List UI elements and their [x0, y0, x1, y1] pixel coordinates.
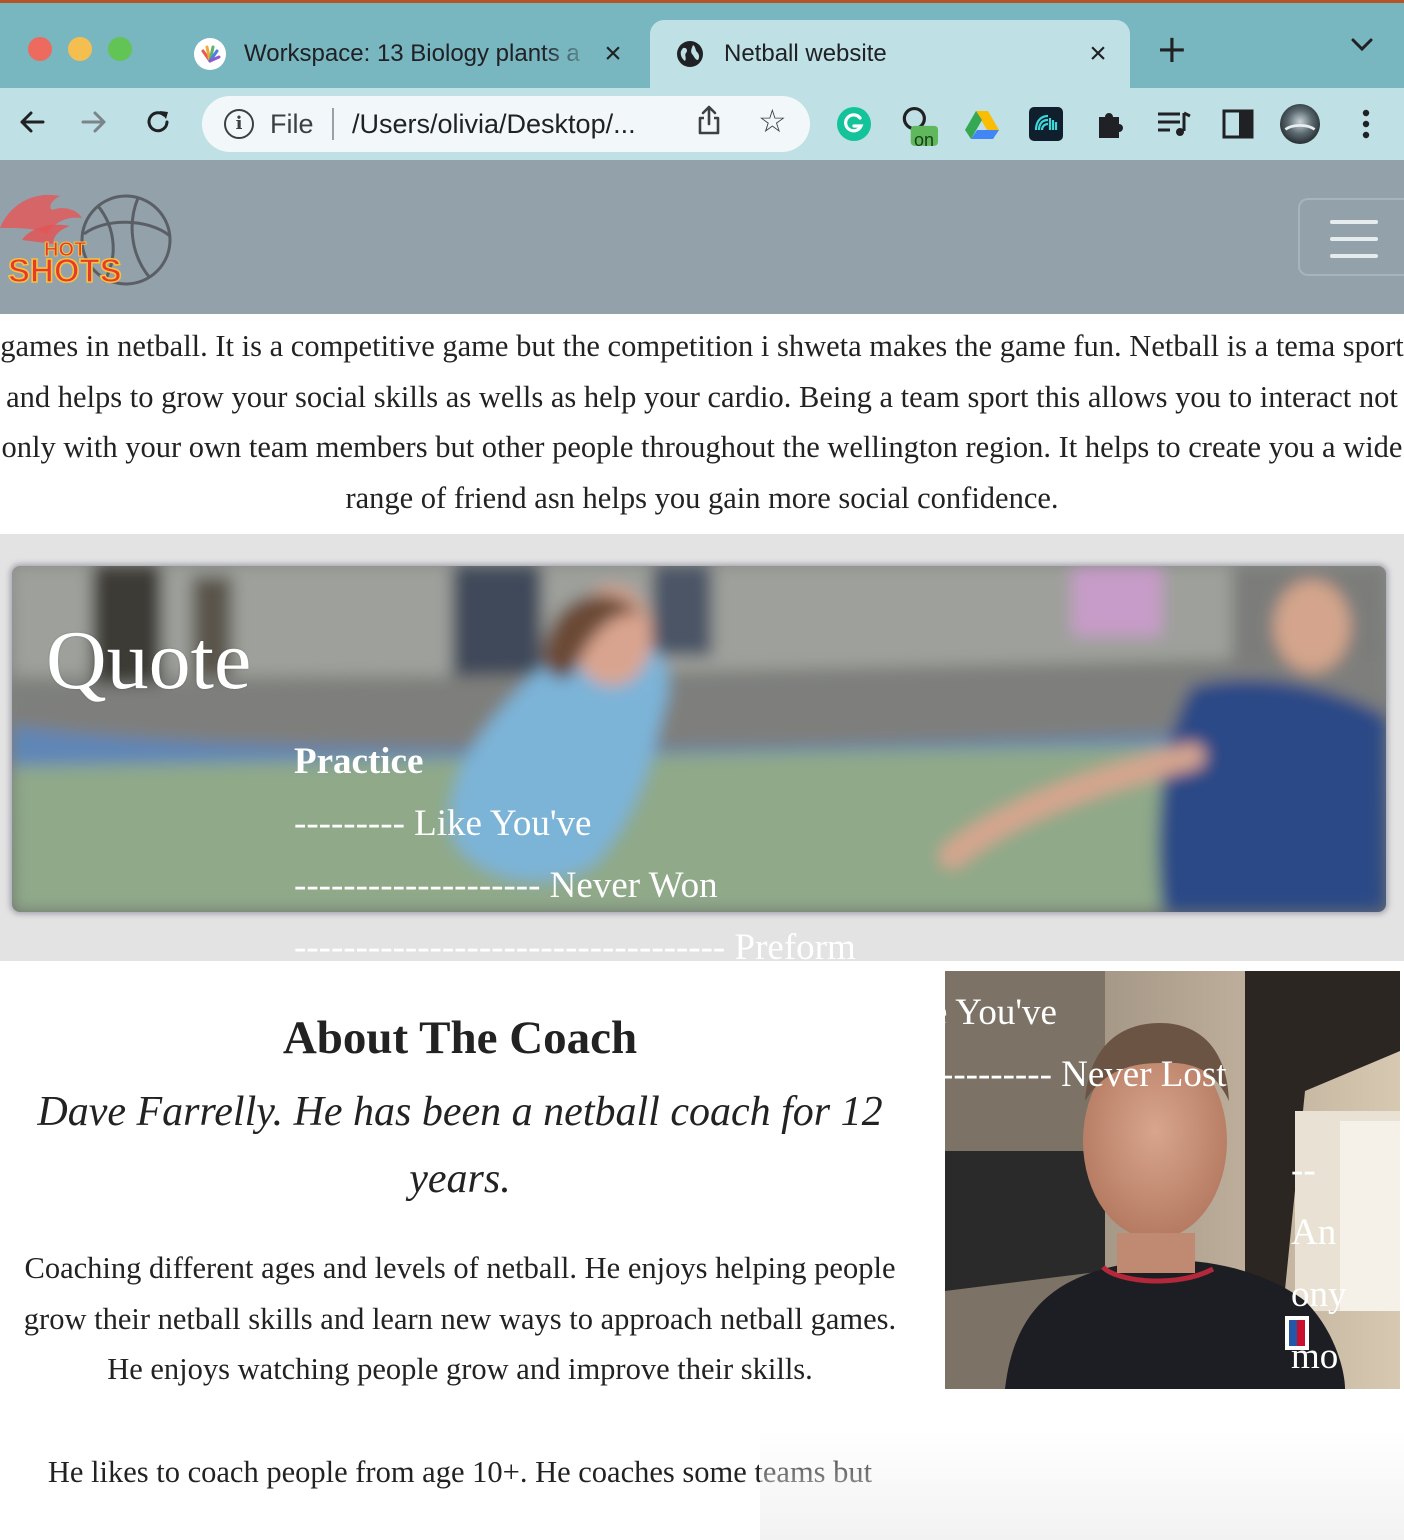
profile-avatar[interactable]	[1280, 104, 1320, 144]
puzzle-icon[interactable]	[1090, 104, 1130, 144]
tab-title: Workspace: 13 Biology plants a	[244, 40, 580, 67]
back-arrow-icon[interactable]	[10, 100, 54, 144]
logo-text-shots: SHOTS	[8, 252, 122, 288]
quote-overflow-line-mo: mo	[1291, 1336, 1339, 1377]
nav-menu-hamburger-button[interactable]	[1298, 198, 1404, 276]
quote-overflow-line-youve: e You've	[945, 992, 1057, 1033]
forward-arrow-icon[interactable]	[72, 100, 116, 144]
address-divider	[332, 108, 334, 140]
minimize-window-button[interactable]	[68, 37, 92, 61]
hot-shots-logo[interactable]: HOT SHOTS	[0, 188, 180, 290]
about-text-column: About The Coach Dave Farrelly. He has be…	[20, 961, 900, 1497]
extension-badge: on	[914, 130, 935, 150]
close-tab-icon[interactable]: ×	[1080, 37, 1116, 71]
reload-icon[interactable]	[136, 100, 180, 144]
quote-overflow-line-never-lost: --------- Never Lost	[945, 1054, 1227, 1095]
site-info-icon[interactable]: i	[224, 109, 254, 139]
browser-menu-kebab-icon[interactable]	[1346, 104, 1386, 144]
intro-paragraph: games in netball. It is a competitive ga…	[0, 300, 1404, 534]
tab-search-chevron-icon[interactable]	[1350, 34, 1374, 59]
coach-photo: e You've --------- Never Lost -- An ony …	[945, 971, 1400, 1389]
quote-line-preform: ----------------------------------- Pref…	[294, 927, 856, 961]
quote-overflow-line-ony: ony	[1291, 1274, 1347, 1315]
bookmark-star-icon[interactable]: ☆	[758, 102, 787, 140]
quote-title: Quote	[46, 614, 252, 707]
maximize-window-button[interactable]	[108, 37, 132, 61]
hamburger-bar	[1330, 220, 1378, 224]
hamburger-bar	[1330, 237, 1378, 241]
extension-on-icon[interactable]: on	[898, 104, 938, 150]
tab-title: Netball website	[724, 40, 887, 67]
close-tab-icon[interactable]: ×	[595, 37, 631, 71]
coach-intro: Dave Farrelly. He has been a netball coa…	[37, 1089, 883, 1202]
tab-netball-website[interactable]: Netball website ×	[650, 20, 1130, 88]
globe-icon	[674, 38, 706, 70]
quote-line-like-youve: --------- Like You've	[294, 803, 592, 844]
side-panel-icon[interactable]	[1218, 104, 1258, 144]
workspace-favicon-icon	[194, 38, 226, 70]
google-drive-icon[interactable]	[962, 104, 1002, 144]
hamburger-bar	[1330, 254, 1378, 258]
quote-line-never-won: -------------------- Never Won	[294, 865, 718, 906]
site-navbar: HOT SHOTS	[0, 160, 1404, 314]
page-bottom-fade	[760, 1431, 1404, 1540]
quote-overflow-line-an: An	[1291, 1212, 1337, 1253]
quote-line-practice: Practice	[294, 741, 424, 782]
quote-overflow-line-dashes: --	[1291, 1150, 1316, 1191]
quote-section: Quote Practice --------- Like You've ---…	[0, 534, 1404, 961]
new-tab-plus-icon[interactable]: +	[1156, 30, 1188, 68]
share-icon[interactable]	[696, 104, 722, 144]
address-bar[interactable]: i File /Users/olivia/Desktop/... ☆	[202, 96, 810, 152]
about-heading: About The Coach	[282, 1012, 638, 1064]
address-url[interactable]: /Users/olivia/Desktop/...	[352, 109, 672, 140]
audio-extension-icon[interactable]	[1026, 104, 1066, 144]
grammarly-icon[interactable]	[834, 104, 874, 144]
close-window-button[interactable]	[28, 37, 52, 61]
coach-description: Coaching different ages and levels of ne…	[23, 1251, 897, 1386]
about-section: About The Coach Dave Farrelly. He has be…	[0, 961, 1404, 1540]
address-scheme-label: File	[270, 109, 314, 139]
reading-list-icon[interactable]	[1154, 104, 1194, 144]
tab-workspace[interactable]: Workspace: 13 Biology plants a ×	[180, 20, 645, 88]
